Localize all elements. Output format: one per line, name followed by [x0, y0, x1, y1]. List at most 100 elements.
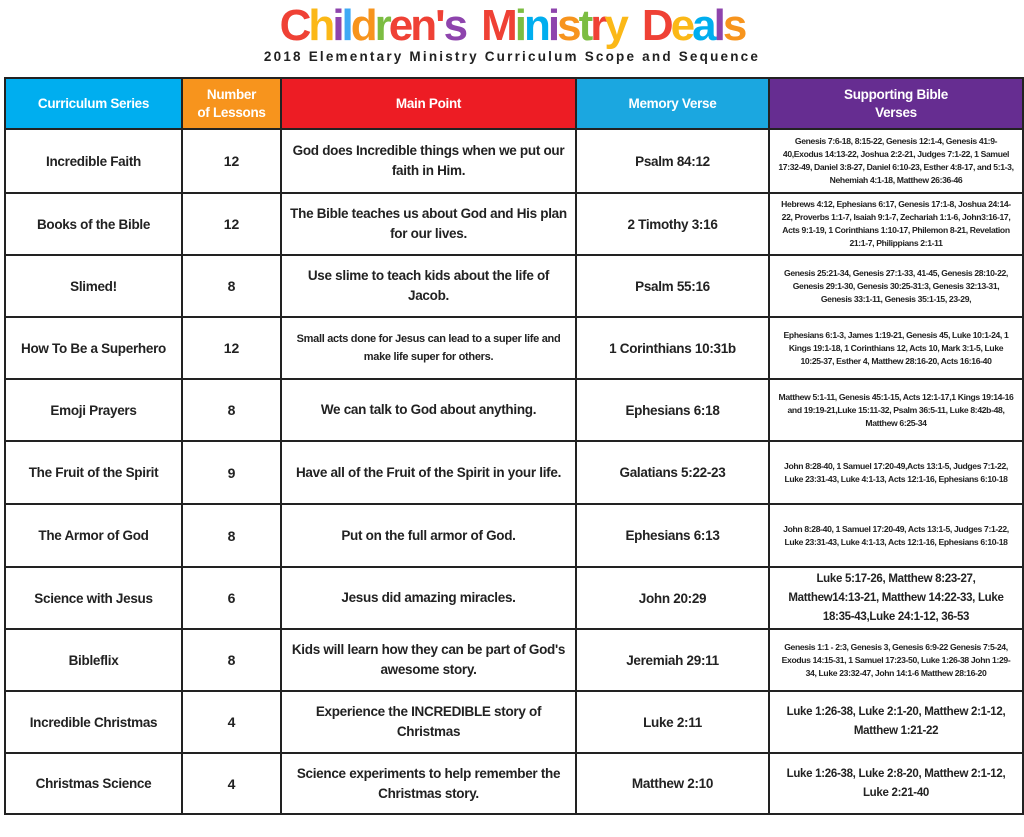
memory-verse-cell: Galatians 5:22-23 [575, 440, 770, 505]
logo-letter: t [578, 1, 594, 50]
lessons-cell: 6 [181, 566, 282, 630]
memory-verse-cell: Ephesians 6:18 [575, 378, 770, 442]
table-row: The Armor of God 8 Put on the full armor o… [4, 503, 1024, 568]
memory-verse-cell: Psalm 84:12 [575, 128, 770, 194]
memory-verse-cell: Jeremiah 29:11 [575, 628, 770, 692]
logo-letter: l [341, 1, 354, 50]
series-cell: The Fruit of the Spirit [4, 440, 183, 505]
table-row: Christmas Science 4 Science experiments to… [4, 752, 1024, 815]
header-line: of Lessons [197, 104, 266, 120]
table-row: How To Be a Superhero 12 Small acts done f… [4, 316, 1024, 380]
logo-letter: e [388, 1, 414, 50]
lessons-cell: 4 [181, 752, 282, 815]
logo-letter: ' [435, 1, 446, 50]
page-subtitle: 2018 Elementary Ministry Curriculum Scop… [263, 49, 761, 64]
table-row: The Fruit of the Spirit 9 Have all of the … [4, 440, 1024, 505]
series-cell: Christmas Science [4, 752, 183, 815]
logo-letter: i [332, 1, 344, 50]
header-line: Supporting Bible [844, 86, 948, 102]
main-point-cell: Experience the INCREDIBLE story of Chris… [280, 690, 577, 754]
memory-verse-cell: Psalm 55:16 [575, 254, 770, 318]
memory-verse-cell: 2 Timothy 3:16 [575, 192, 770, 256]
memory-verse-cell: Matthew 2:10 [575, 752, 770, 815]
series-cell: Slimed! [4, 254, 183, 318]
series-cell: Incredible Christmas [4, 690, 183, 754]
supporting-verses-cell: Hebrews 4:12, Ephesians 6:17, Genesis 17… [768, 192, 1024, 256]
main-point-cell: Put on the full armor of God. [280, 503, 577, 568]
main-point-cell: Jesus did amazing miracles. [280, 566, 577, 630]
logo-letter: l [713, 1, 726, 50]
logo-letter: M [481, 1, 518, 50]
logo-letter: D [641, 1, 674, 50]
curriculum-table: Curriculum Series Number of Lessons Main… [4, 77, 1024, 815]
main-point-cell: Have all of the Fruit of the Spirit in y… [280, 440, 577, 505]
logo-letter: n [410, 1, 437, 50]
supporting-verses-cell: Matthew 5:1-11, Genesis 45:1-15, Acts 12… [768, 378, 1024, 442]
logo-letter: s [557, 1, 582, 50]
memory-verse-cell: John 20:29 [575, 566, 770, 630]
series-cell: Incredible Faith [4, 128, 183, 194]
column-header-memory-verse: Memory Verse [575, 77, 770, 130]
lessons-cell: 8 [181, 378, 282, 442]
series-cell: Bibleflix [4, 628, 183, 692]
header-line: Number [206, 86, 257, 102]
logo-letter: a [692, 1, 717, 50]
lessons-cell: 9 [181, 440, 282, 505]
series-cell: Emoji Prayers [4, 378, 183, 442]
column-header-curriculum-series: Curriculum Series [4, 77, 183, 130]
lessons-cell: 12 [181, 192, 282, 256]
supporting-verses-cell: John 8:28-40, 1 Samuel 17:20-49,Acts 13:… [768, 440, 1024, 505]
logo-letter: i [547, 1, 560, 50]
lessons-cell: 8 [181, 254, 282, 318]
supporting-verses-cell: Luke 5:17-26, Matthew 8:23-27, Matthew14… [768, 566, 1024, 630]
main-point-cell: Small acts done for Jesus can lead to a … [280, 316, 577, 380]
logo-letter: C [279, 1, 312, 50]
supporting-verses-cell: Genesis 1:1 - 2:3, Genesis 3, Genesis 6:… [768, 628, 1024, 692]
logo-letter: d [350, 1, 378, 50]
column-header-supporting-verses: Supporting Bible Verses [768, 77, 1024, 130]
logo-letter: s [722, 1, 748, 50]
supporting-verses-cell: Luke 1:26-38, Luke 2:1-20, Matthew 2:1-1… [768, 690, 1024, 754]
logo-letter: s [443, 1, 469, 50]
table-row: Incredible Faith 12 God does Incredible th… [4, 128, 1024, 194]
main-point-cell: Kids will learn how they can be part of … [280, 628, 577, 692]
table-row: Slimed! 8 Use slime to teach kids about th… [4, 254, 1024, 318]
main-point-cell: Science experiments to help remember the… [280, 752, 577, 815]
supporting-verses-cell: Genesis 7:6-18, 8:15-22, Genesis 12:1-4,… [768, 128, 1024, 194]
main-point-cell: We can talk to God about anything. [280, 378, 577, 442]
memory-verse-cell: 1 Corinthians 10:31b [575, 316, 770, 380]
table-row: Bibleflix 8 Kids will learn how they can b… [4, 628, 1024, 692]
supporting-verses-cell: John 8:28-40, 1 Samuel 17:20-49, Acts 13… [768, 503, 1024, 568]
series-cell: How To Be a Superhero [4, 316, 183, 380]
supporting-verses-cell: Luke 1:26-38, Luke 2:8-20, Matthew 2:1-1… [768, 752, 1024, 815]
table-row: Emoji Prayers 8 We can talk to God about a… [4, 378, 1024, 442]
logo-letter: e [670, 1, 696, 50]
main-point-cell: The Bible teaches us about God and His p… [280, 192, 577, 256]
table-header-row: Curriculum Series Number of Lessons Main… [4, 77, 1024, 130]
table-row: Books of the Bible 12 The Bible teaches us… [4, 192, 1024, 256]
memory-verse-cell: Luke 2:11 [575, 690, 770, 754]
main-point-cell: God does Incredible things when we put o… [280, 128, 577, 194]
lessons-cell: 12 [181, 128, 282, 194]
logo-letter: r [374, 1, 392, 50]
column-header-number-of-lessons: Number of Lessons [181, 77, 282, 130]
table-row: Incredible Christmas 4 Experience the INCR… [4, 690, 1024, 754]
lessons-cell: 8 [181, 628, 282, 692]
table-row: Science with Jesus 6 Jesus did amazing mir… [4, 566, 1024, 630]
logo-letter: y [604, 1, 629, 50]
column-header-main-point: Main Point [280, 77, 577, 130]
series-cell: The Armor of God [4, 503, 183, 568]
logo-letter: h [308, 1, 335, 50]
lessons-cell: 8 [181, 503, 282, 568]
brand-logo: Children's Ministry Deals [0, 2, 1024, 50]
logo-letter: r [590, 1, 607, 50]
series-cell: Science with Jesus [4, 566, 183, 630]
supporting-verses-cell: Genesis 25:21-34, Genesis 27:1-33, 41-45… [768, 254, 1024, 318]
lessons-cell: 12 [181, 316, 282, 380]
supporting-verses-cell: Ephesians 6:1-3, James 1:19-21, Genesis … [768, 316, 1024, 380]
main-point-cell: Use slime to teach kids about the life o… [280, 254, 577, 318]
header-line: Verses [875, 104, 917, 120]
memory-verse-cell: Ephesians 6:13 [575, 503, 770, 568]
lessons-cell: 4 [181, 690, 282, 754]
series-cell: Books of the Bible [4, 192, 183, 256]
